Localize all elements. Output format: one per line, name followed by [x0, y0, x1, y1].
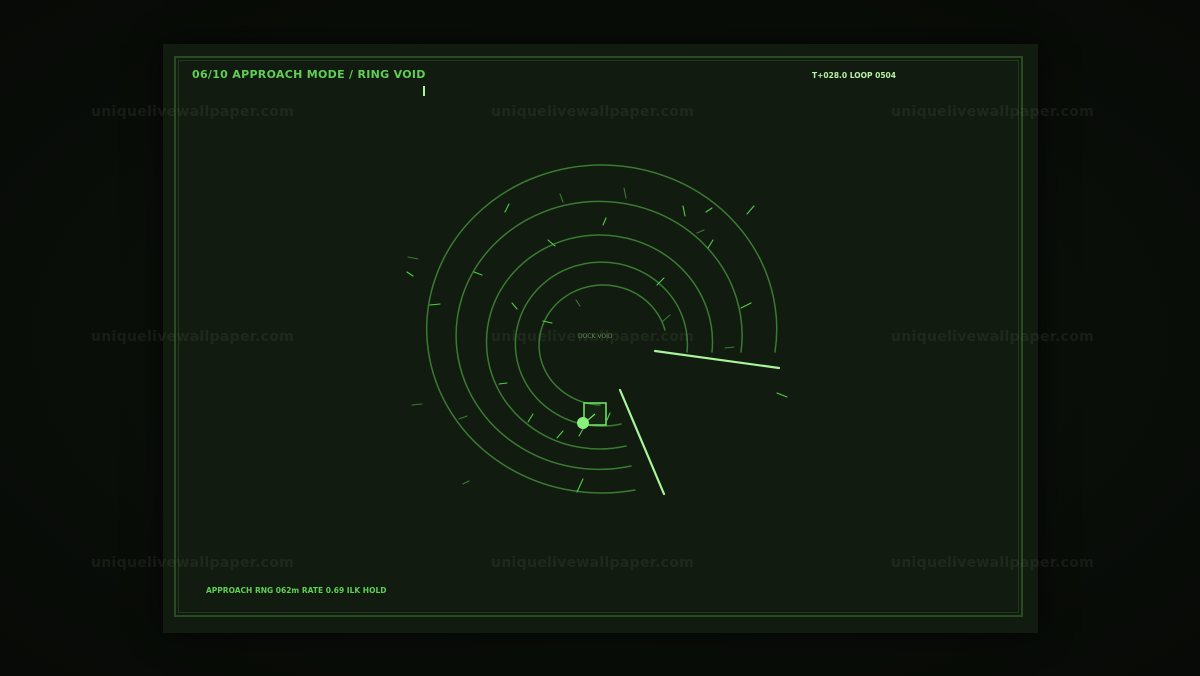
watermark: uniquelivewallpaper.com	[91, 555, 295, 571]
ring-5	[538, 284, 666, 406]
watermark: uniquelivewallpaper.com	[491, 104, 695, 120]
watermark: uniquelivewallpaper.com	[91, 104, 295, 120]
radar-tick	[578, 428, 584, 437]
radar-tick	[504, 203, 510, 213]
radar-tick	[511, 302, 518, 310]
radar-tick	[575, 299, 581, 307]
radar-tick	[473, 271, 483, 276]
watermark: uniquelivewallpaper.com	[891, 104, 1095, 120]
radar-tick	[602, 217, 607, 226]
sweep-line-right	[653, 349, 781, 370]
radar-tick	[407, 256, 419, 260]
watermark: uniquelivewallpaper.com	[491, 329, 695, 345]
radar-tick	[705, 207, 713, 213]
radar-tick	[559, 193, 564, 203]
radar-tick	[746, 205, 755, 215]
radar-tick	[696, 229, 705, 234]
radar-tick	[406, 271, 414, 277]
radar-tick	[458, 415, 468, 420]
radar-tick	[623, 187, 627, 199]
radar-tick	[661, 314, 671, 323]
sweep-line-lower	[618, 388, 666, 496]
radar-tick	[429, 303, 441, 306]
radar-tick	[707, 239, 714, 249]
watermark: uniquelivewallpaper.com	[891, 555, 1095, 571]
watermark: uniquelivewallpaper.com	[91, 329, 295, 345]
radar-tick	[527, 413, 534, 423]
radar-tick	[776, 392, 788, 398]
radar-tick	[411, 403, 423, 406]
radar-tick	[462, 480, 470, 485]
radar-tick	[724, 346, 735, 349]
ship-marker	[577, 417, 589, 429]
radar-tick	[498, 382, 508, 385]
radar-tick	[740, 302, 752, 309]
radar-tick	[682, 205, 686, 217]
radar-tick	[576, 478, 584, 493]
watermark: uniquelivewallpaper.com	[891, 329, 1095, 345]
radar-tick	[556, 430, 564, 439]
watermark: uniquelivewallpaper.com	[491, 555, 695, 571]
radar-tick	[606, 412, 611, 421]
